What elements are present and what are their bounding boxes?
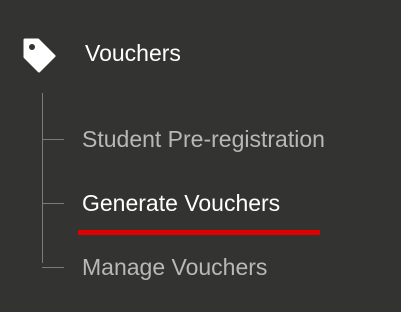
tag-icon: [23, 38, 56, 73]
tree-connector: [42, 138, 64, 140]
submenu-item-label: Student Pre-registration: [82, 126, 325, 152]
tree-connector: [42, 202, 64, 204]
submenu-tree-line: [42, 93, 43, 263]
vouchers-menu-label: Vouchers: [85, 40, 181, 66]
submenu-item-student-pre-registration[interactable]: Student Pre-registration: [42, 122, 325, 156]
submenu-item-generate-vouchers[interactable]: Generate Vouchers: [42, 186, 280, 220]
tree-connector: [42, 266, 64, 268]
submenu-item-manage-vouchers[interactable]: Manage Vouchers: [42, 250, 267, 284]
submenu-item-label: Manage Vouchers: [82, 254, 268, 280]
submenu-item-label: Generate Vouchers: [82, 190, 281, 216]
vouchers-menu-header[interactable]: Vouchers: [20, 34, 181, 74]
sidebar-menu-panel: Vouchers Student Pre-registration Genera…: [0, 0, 401, 312]
active-item-underline: [78, 230, 320, 235]
